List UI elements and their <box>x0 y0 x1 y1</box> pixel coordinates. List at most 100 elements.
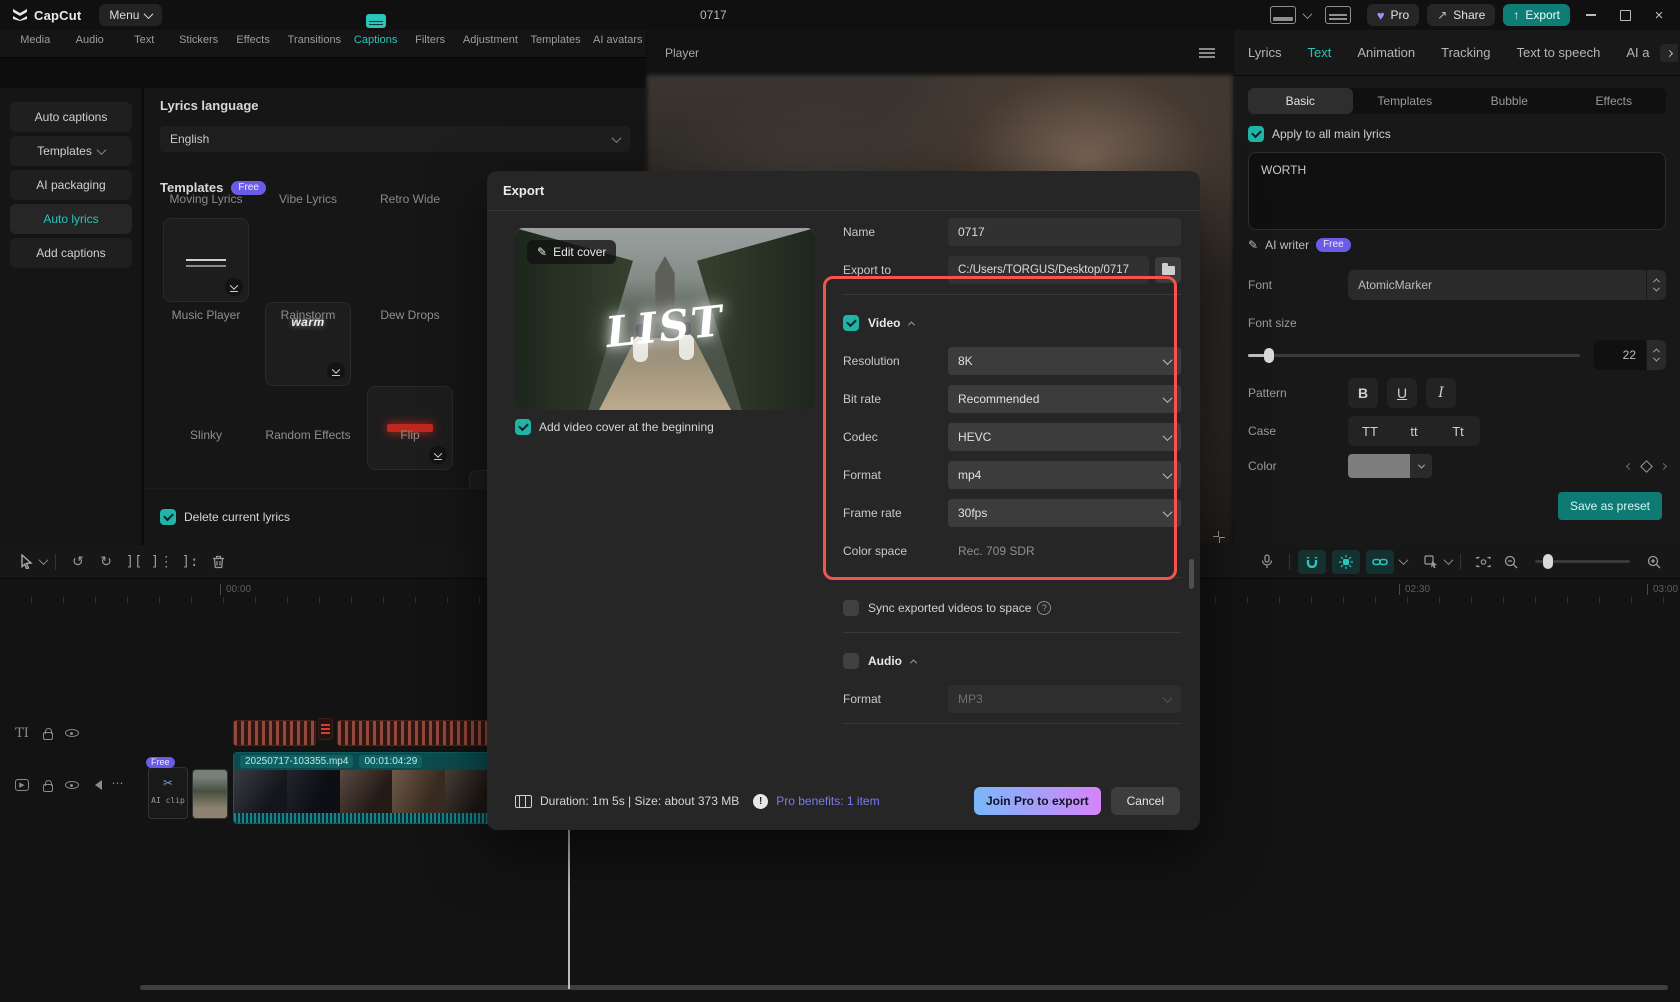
auto-split-icon[interactable] <box>1332 549 1360 574</box>
horizontal-scrollbar[interactable] <box>140 985 1668 990</box>
tab-lyrics[interactable]: Lyrics <box>1248 45 1281 60</box>
color-dropdown[interactable] <box>1410 454 1432 478</box>
chevron-down-icon[interactable] <box>1302 8 1313 19</box>
share-button[interactable]: ↗ Share <box>1427 4 1496 26</box>
font-size-value-box[interactable]: 22 <box>1594 340 1646 370</box>
slider-handle[interactable] <box>1543 554 1553 569</box>
link-clips-icon[interactable] <box>1366 549 1394 574</box>
lock-icon[interactable] <box>38 723 58 743</box>
pro-button[interactable]: ♥ Pro <box>1366 4 1420 26</box>
case-title-button[interactable]: Tt <box>1436 416 1480 446</box>
subtab-templates[interactable]: Templates <box>1353 88 1458 114</box>
link-dropdown-icon[interactable] <box>1398 555 1409 566</box>
undo-icon[interactable]: ↺ <box>64 550 92 574</box>
sidebar-item-auto-captions[interactable]: Auto captions <box>10 102 132 132</box>
panel-toggle-icon[interactable] <box>1324 6 1351 24</box>
preview-dropdown-icon[interactable] <box>1443 555 1454 566</box>
case-upper-button[interactable]: TT <box>1348 416 1392 446</box>
split-icon[interactable]: ][ <box>120 550 148 574</box>
tabs-overflow-button[interactable] <box>1660 44 1678 62</box>
select-tool-icon[interactable] <box>12 550 40 574</box>
checkbox-unchecked-icon[interactable] <box>843 653 859 669</box>
join-pro-button[interactable]: Join Pro to export <box>973 787 1101 815</box>
visibility-icon[interactable] <box>62 775 82 795</box>
sidebar-item-auto-lyrics[interactable]: Auto lyrics <box>10 204 132 234</box>
font-stepper[interactable] <box>1646 270 1666 300</box>
tab-tracking[interactable]: Tracking <box>1441 45 1490 60</box>
close-button[interactable]: × <box>1646 0 1672 30</box>
template-card[interactable] <box>163 218 249 302</box>
tab-animation[interactable]: Animation <box>1357 45 1415 60</box>
subtab-effects[interactable]: Effects <box>1562 88 1667 114</box>
more-options-icon[interactable]: ⋯ <box>108 773 128 793</box>
menu-button[interactable]: Menu <box>99 4 163 26</box>
template-name: Random Effects <box>265 428 351 442</box>
font-size-slider[interactable] <box>1248 347 1580 363</box>
video-clip[interactable]: 20250717-103355.mp4 00:01:04:29 <box>233 752 499 824</box>
zoom-out-icon[interactable] <box>1497 550 1525 574</box>
split-left-icon[interactable]: ]⋮ <box>148 550 176 574</box>
bold-button[interactable]: B <box>1348 378 1378 408</box>
name-input[interactable]: 0717 <box>948 218 1181 246</box>
font-size-stepper[interactable] <box>1646 340 1666 370</box>
sidebar-item-templates[interactable]: Templates <box>10 136 132 166</box>
language-select[interactable]: English <box>160 126 630 152</box>
subtab-bubble[interactable]: Bubble <box>1457 88 1562 114</box>
audio-section-label: Audio <box>868 654 902 668</box>
caption-clip[interactable] <box>337 720 499 746</box>
redo-icon[interactable]: ↻ <box>92 550 120 574</box>
ai-writer-button[interactable]: ✎ AI writer Free <box>1248 238 1351 252</box>
underline-button[interactable]: U <box>1387 378 1417 408</box>
collapse-icon[interactable] <box>909 658 918 666</box>
caption-clip[interactable] <box>233 720 316 746</box>
lyric-text-input[interactable]: WORTH <box>1248 152 1666 230</box>
checkbox-unchecked-icon[interactable] <box>843 600 859 616</box>
visibility-icon[interactable] <box>62 723 82 743</box>
sidebar-item-add-captions[interactable]: Add captions <box>10 238 132 268</box>
record-voiceover-icon[interactable] <box>1253 550 1281 574</box>
checkbox-checked-icon[interactable] <box>515 419 531 435</box>
color-swatch[interactable] <box>1348 454 1410 478</box>
tab-ai-avatars[interactable]: AI a <box>1626 45 1649 60</box>
preview-cursor-icon[interactable] <box>1417 550 1445 574</box>
italic-button[interactable]: I <box>1426 378 1456 408</box>
sidebar-item-ai-packaging[interactable]: AI packaging <box>10 170 132 200</box>
player-menu-icon[interactable] <box>1199 47 1215 58</box>
export-button[interactable]: ↑ Export <box>1503 4 1570 26</box>
lock-icon[interactable] <box>38 775 58 795</box>
prev-keyframe-icon[interactable] <box>1625 462 1634 470</box>
ai-clip-thumbnail[interactable]: ✂ AI clip <box>148 767 188 819</box>
mute-icon[interactable] <box>86 775 106 795</box>
tab-label: AI avatars <box>593 34 643 46</box>
select-tool-dropdown-icon[interactable] <box>38 555 49 566</box>
tab-text[interactable]: Text <box>1307 45 1331 60</box>
zoom-in-icon[interactable] <box>1640 550 1668 574</box>
cover-thumbnail[interactable] <box>192 769 228 819</box>
subtab-basic[interactable]: Basic <box>1248 88 1353 114</box>
timeline-zoom-slider[interactable] <box>1535 554 1630 569</box>
split-right-icon[interactable]: ]: <box>176 550 204 574</box>
tab-text-to-speech[interactable]: Text to speech <box>1517 45 1601 60</box>
dialog-scrollbar[interactable] <box>1189 559 1194 589</box>
keyframe-diamond-icon[interactable] <box>1640 459 1653 473</box>
preview-frame-icon[interactable] <box>1469 550 1497 574</box>
font-row: Font AtomicMarker <box>1248 270 1666 300</box>
cancel-button[interactable]: Cancel <box>1110 787 1180 815</box>
help-icon[interactable]: ? <box>1037 601 1052 615</box>
edit-cover-button[interactable]: ✎ Edit cover <box>527 240 617 264</box>
save-as-preset-button[interactable]: Save as preset <box>1557 492 1662 520</box>
font-select[interactable]: AtomicMarker <box>1348 270 1646 300</box>
maximize-button[interactable] <box>1612 0 1638 30</box>
case-lower-button[interactable]: tt <box>1392 416 1436 446</box>
delete-icon[interactable] <box>204 550 232 574</box>
checkbox-checked-icon[interactable] <box>1248 126 1264 142</box>
minimize-button[interactable] <box>1578 0 1604 30</box>
checkbox-checked-icon[interactable] <box>160 509 176 525</box>
layout-toggle-icon[interactable] <box>1269 6 1296 24</box>
pro-benefits-link[interactable]: Pro benefits: 1 item <box>776 794 879 808</box>
slider-handle[interactable] <box>1264 347 1274 363</box>
duration-size-info: Duration: 1m 5s | Size: about 373 MB <box>540 794 740 808</box>
ruler-label: 02:30 <box>1399 584 1430 595</box>
magnet-snapping-icon[interactable] <box>1298 549 1326 574</box>
next-keyframe-icon[interactable] <box>1659 462 1668 470</box>
